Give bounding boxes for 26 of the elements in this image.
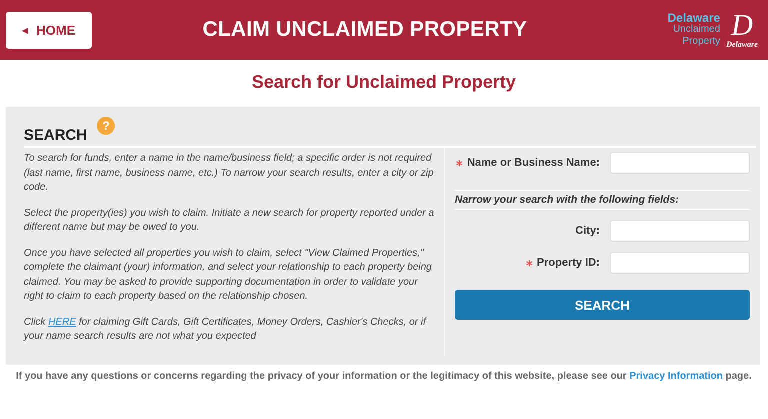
logo-text: Delaware [668,12,720,24]
section-heading: SEARCH [24,126,88,144]
input-field[interactable] [610,220,750,242]
page-title: Search for Unclaimed Property [250,71,518,94]
field-label: City: [576,225,600,237]
caret-icon: ◂ [22,24,28,36]
help-icon[interactable]: ? [97,117,116,135]
narrow-note: Narrow your search with the following fields: [455,190,750,210]
logo-monogram: D [731,11,754,41]
logo-caption: Delaware [726,41,758,49]
input-field[interactable] [610,252,750,274]
instruction-paragraph: Select the property(ies) you wish to claim. Initiate a new search for property reported under a different name but may be owed to you. [24,206,436,235]
input-field[interactable] [610,152,750,174]
instruction-paragraph: To search for funds, enter a name in the name/business field; a specific order is not required (last name, first name, business name, etc.) To narrow your search results, enter a city or zip code. [24,152,435,195]
privacy-note: If you have any questions or concerns regarding the privacy of your information or the legitimacy of this website, please see our Privacy Information page. [15,371,753,382]
instruction-paragraph: Once you have selected all properties you wish to claim, select "View Claimed Properties," complete the claimant (your) information, and select your relationship to each property being claimed. You may be asked to provide supporting documentation in order to validate your right to claim to each property based on the relationship chosen. [24,246,433,304]
home-button[interactable]: ◂ HOME [6,12,92,48]
field-label: Name or Business Name: [456,157,600,169]
logo-text: Property [682,36,720,48]
field-label: Property ID: [526,257,600,269]
privacy-link[interactable]: Privacy Information [630,371,723,382]
instruction-paragraph: Click HERE for claiming Gift Cards, Gift Certificates, Money Orders, Cashier's Checks, or if your name search results are not what you expected [24,316,428,344]
search-button[interactable]: SEARCH [455,290,750,320]
page-header-title: CLAIM UNCLAIMED PROPERTY [202,18,528,42]
here-link[interactable]: HERE [48,316,76,328]
logo-text: Unclaimed [673,24,720,36]
